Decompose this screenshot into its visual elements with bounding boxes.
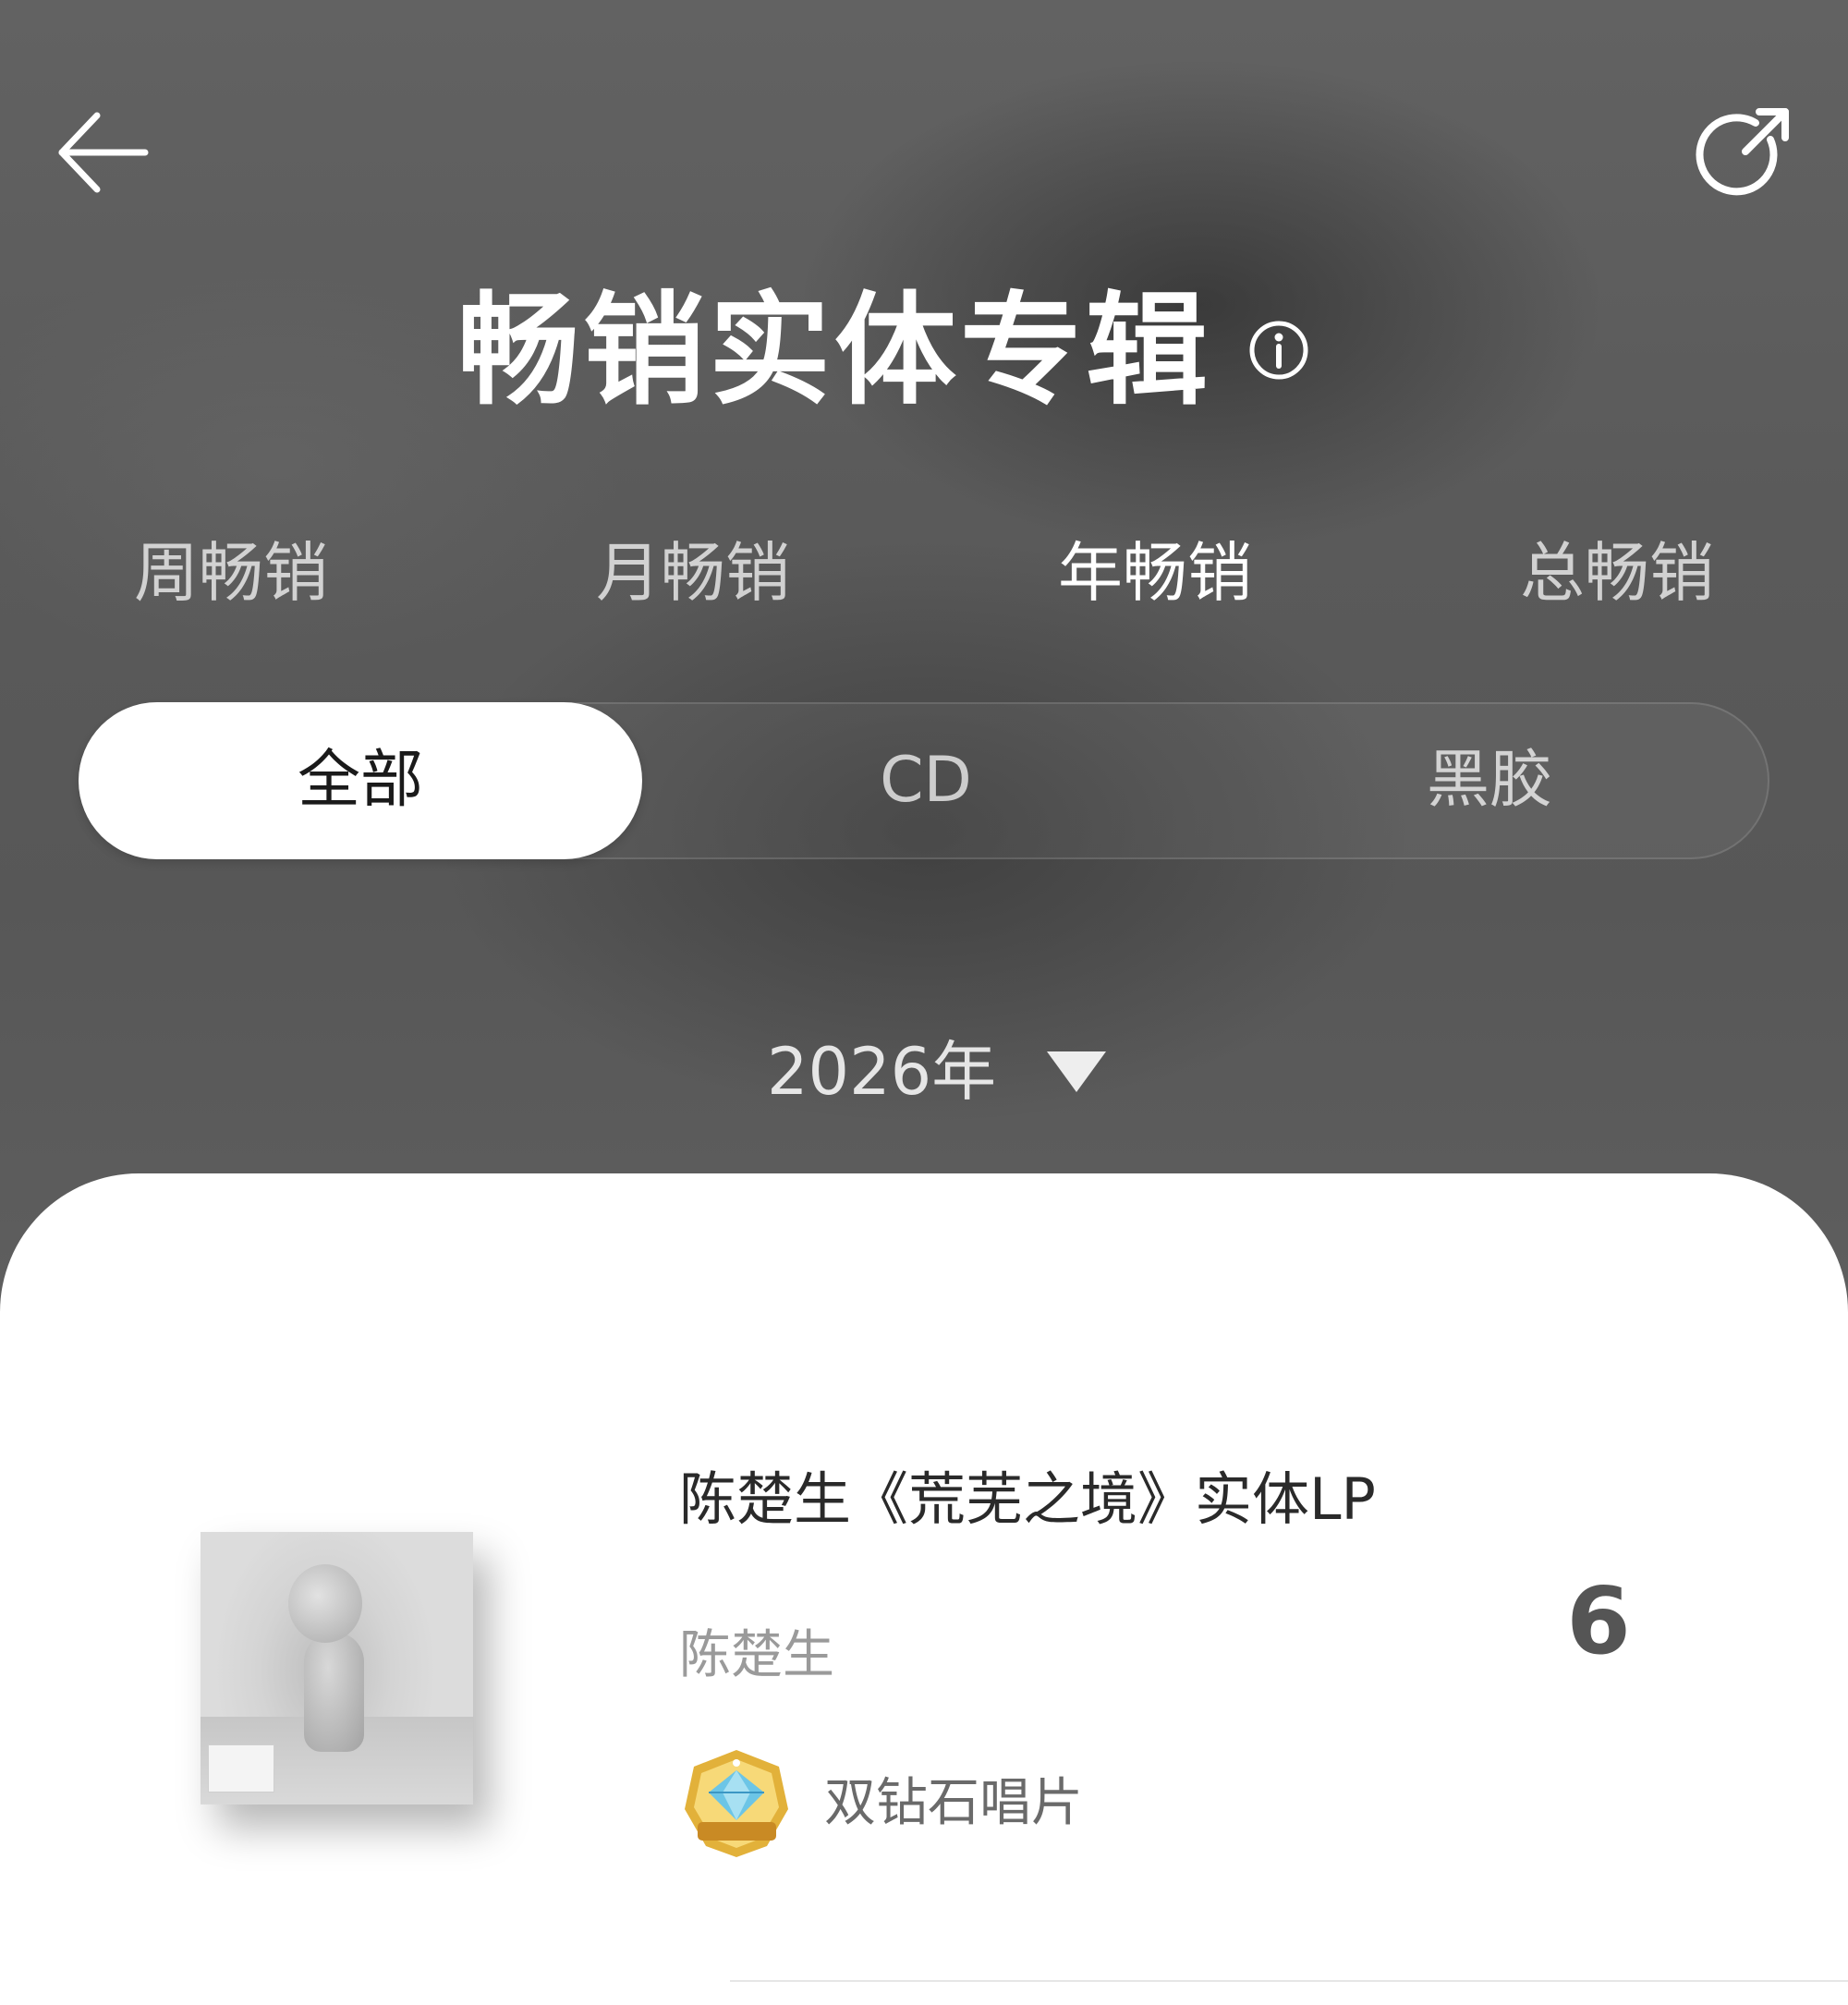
album-artist: 陈楚生	[679, 1625, 834, 1685]
period-tabs: 周畅销 月畅销 年畅销 总畅销	[0, 527, 1848, 619]
row-divider	[730, 1980, 1848, 1982]
share-button[interactable]	[1691, 97, 1802, 208]
arrow-left-icon	[58, 112, 149, 193]
tab-weekly[interactable]: 周畅销	[65, 527, 397, 619]
list-item[interactable]: 陈楚生《荒芜之境》实体LP 陈楚生 6 双钻石唱片	[0, 1441, 1848, 1885]
format-filter: 全部 CD 黑胶	[79, 702, 1769, 859]
back-button[interactable]	[46, 97, 157, 208]
cover-figure-body	[304, 1632, 364, 1752]
cover-sticker	[208, 1744, 274, 1792]
year-dropdown[interactable]: 2026年	[767, 1026, 1107, 1118]
album-rank: 6	[1566, 1567, 1631, 1675]
badge-label: 双钻石唱片	[824, 1773, 1083, 1833]
share-icon	[1696, 108, 1789, 196]
tab-all-time[interactable]: 总畅销	[1451, 527, 1783, 619]
year-value: 2026年	[767, 1034, 997, 1110]
info-icon	[1249, 321, 1308, 380]
page-title: 畅销实体专辑	[457, 280, 1211, 422]
info-button[interactable]	[1247, 319, 1310, 382]
triangle-down-icon	[1047, 1051, 1107, 1092]
tab-yearly[interactable]: 年畅销	[989, 527, 1321, 619]
title-row: 畅销实体专辑	[0, 273, 1848, 430]
cover-figure-head	[288, 1564, 362, 1643]
filter-vinyl[interactable]: 黑胶	[1208, 702, 1771, 859]
double-diamond-badge-icon	[685, 1750, 788, 1857]
filter-cd[interactable]: CD	[644, 702, 1208, 859]
tab-monthly[interactable]: 月畅销	[527, 527, 859, 619]
filter-all[interactable]: 全部	[79, 702, 642, 859]
album-title: 陈楚生《荒芜之境》实体LP	[679, 1465, 1376, 1533]
album-cover	[201, 1532, 473, 1804]
